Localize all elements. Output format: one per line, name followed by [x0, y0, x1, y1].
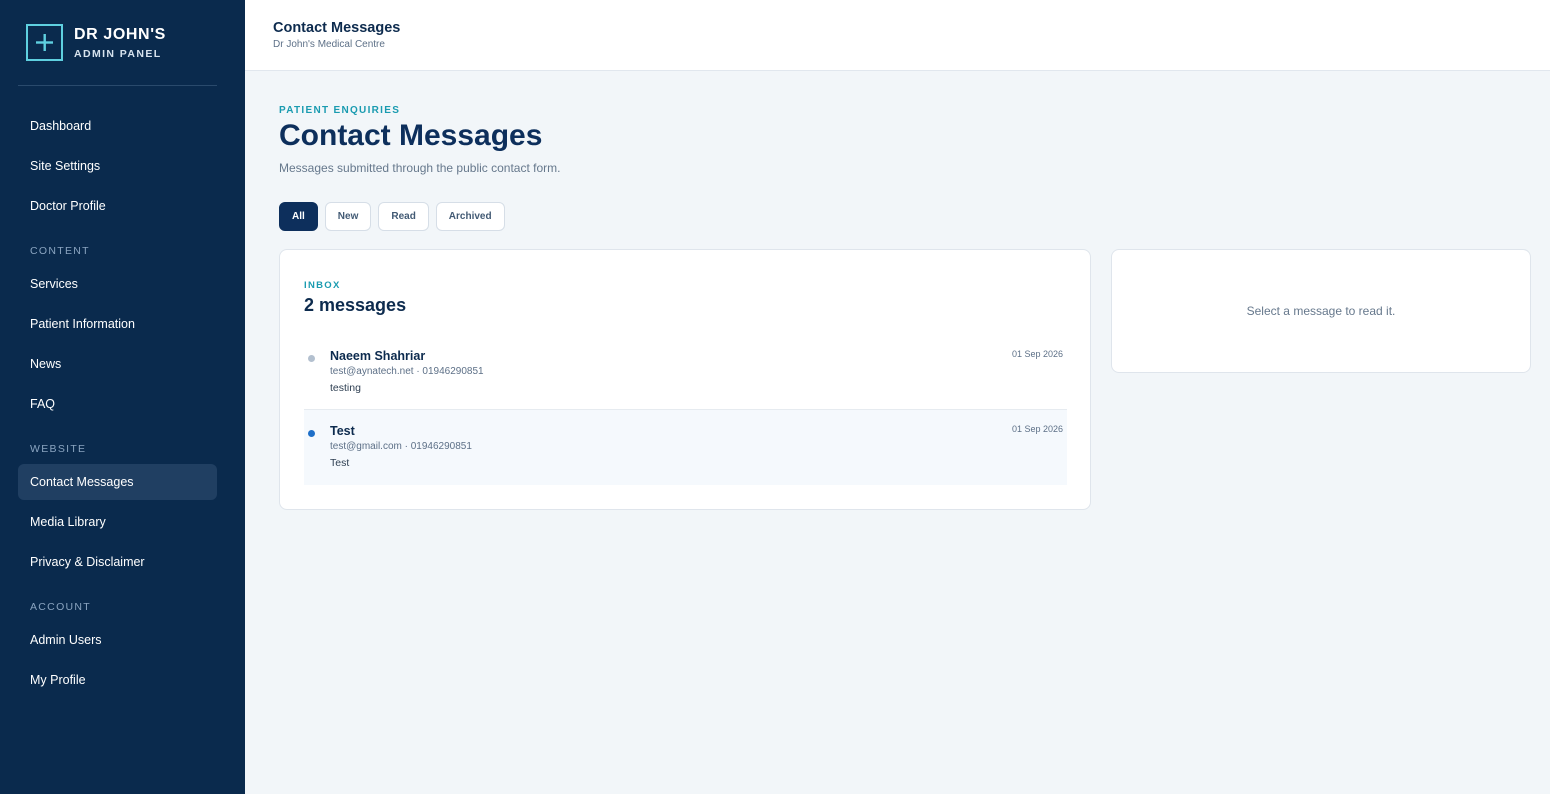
sidebar: DR JOHN'S ADMIN PANEL Dashboard Site Set… [0, 0, 245, 794]
message-preview: Test [330, 457, 350, 469]
sidebar-item-privacy-disclaimer[interactable]: Privacy & Disclaimer [18, 544, 217, 580]
sidebar-item-news[interactable]: News [18, 346, 217, 382]
filter-archived-button[interactable]: Archived [435, 202, 505, 231]
read-status-dot-icon [308, 355, 315, 362]
filter-read-button[interactable]: Read [378, 202, 429, 231]
message-reader-panel: Select a message to read it. [1111, 249, 1531, 373]
message-sender: Naeem Shahriar [330, 349, 426, 363]
sidebar-section-account: ACCOUNT [30, 601, 92, 613]
reader-empty-state: Select a message to read it. [1246, 304, 1396, 318]
sidebar-item-dashboard[interactable]: Dashboard [18, 108, 217, 144]
message-preview: testing [330, 382, 361, 394]
filter-tabs: All New Read Archived [279, 202, 505, 231]
unread-status-dot-icon [308, 430, 315, 437]
message-row[interactable]: Naeem Shahriar test@aynatech.net · 01946… [304, 335, 1067, 410]
sidebar-item-patient-information[interactable]: Patient Information [18, 306, 217, 342]
inbox-eyebrow: INBOX [304, 280, 341, 291]
plus-logo-icon [26, 24, 63, 61]
message-row[interactable]: Test test@gmail.com · 01946290851 Test 0… [304, 410, 1067, 485]
sidebar-divider [18, 85, 217, 86]
message-sender: Test [330, 424, 355, 438]
inbox-count: 2 messages [304, 295, 407, 315]
filter-all-button[interactable]: All [279, 202, 318, 231]
sidebar-section-website: WEBSITE [30, 443, 87, 455]
message-contact: test@gmail.com · 01946290851 [330, 441, 472, 452]
topbar-subtitle: Dr John's Medical Centre [273, 39, 385, 50]
message-date: 01 Sep 2026 [1011, 424, 1063, 434]
page-title: Contact Messages [279, 119, 543, 152]
inbox-card: INBOX 2 messages Naeem Shahriar test@ayn… [279, 249, 1091, 510]
sidebar-item-contact-messages[interactable]: Contact Messages [18, 464, 217, 500]
message-date: 01 Sep 2026 [1011, 349, 1063, 359]
brand-subtitle: ADMIN PANEL [74, 47, 162, 60]
sidebar-item-site-settings[interactable]: Site Settings [18, 148, 217, 184]
sidebar-section-content: CONTENT [30, 245, 90, 257]
brand[interactable]: DR JOHN'S ADMIN PANEL [26, 24, 166, 61]
brand-title: DR JOHN'S [74, 25, 166, 43]
message-contact: test@aynatech.net · 01946290851 [330, 366, 484, 377]
topbar: Contact Messages Dr John's Medical Centr… [245, 0, 1550, 71]
topbar-title: Contact Messages [273, 20, 401, 36]
sidebar-item-admin-users[interactable]: Admin Users [18, 622, 217, 658]
sidebar-item-my-profile[interactable]: My Profile [18, 662, 217, 698]
filter-new-button[interactable]: New [324, 202, 372, 231]
sidebar-item-services[interactable]: Services [18, 266, 217, 302]
sidebar-item-media-library[interactable]: Media Library [18, 504, 217, 540]
page-description: Messages submitted through the public co… [279, 161, 561, 175]
page-eyebrow: PATIENT ENQUIRIES [279, 105, 401, 116]
sidebar-item-faq[interactable]: FAQ [18, 386, 217, 422]
sidebar-item-doctor-profile[interactable]: Doctor Profile [18, 188, 217, 224]
